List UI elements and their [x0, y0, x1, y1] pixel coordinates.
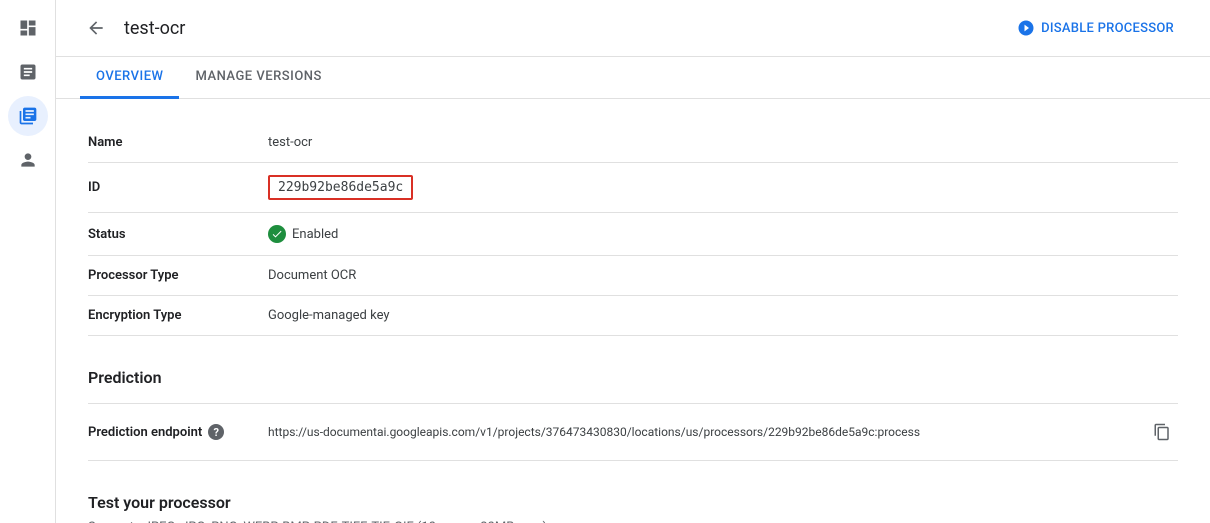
- table-row: Processor Type Document OCR: [88, 256, 1178, 296]
- content-area: Name test-ocr ID 229b92be86de5a9c Status…: [56, 99, 1210, 523]
- tab-manage-versions[interactable]: MANAGE VERSIONS: [179, 57, 337, 99]
- prediction-label-text: Prediction endpoint: [88, 425, 202, 440]
- field-value-processor-type: Document OCR: [268, 256, 1178, 296]
- page-title: test-ocr: [124, 18, 993, 39]
- table-row: Encryption Type Google-managed key: [88, 296, 1178, 336]
- status-label: Enabled: [292, 227, 338, 242]
- copy-button[interactable]: [1146, 416, 1178, 448]
- tab-overview[interactable]: OVERVIEW: [80, 57, 179, 99]
- sidebar-item-documents[interactable]: [8, 96, 48, 136]
- table-row: Name test-ocr: [88, 123, 1178, 163]
- sidebar-item-users[interactable]: [8, 140, 48, 180]
- prediction-endpoint-row: Prediction endpoint ? https://us-documen…: [88, 403, 1178, 461]
- back-button[interactable]: [80, 12, 112, 44]
- field-label-encryption-type: Encryption Type: [88, 296, 268, 336]
- table-row: ID 229b92be86de5a9c: [88, 163, 1178, 213]
- prediction-label: Prediction endpoint ?: [88, 424, 268, 440]
- field-value-status: Enabled: [268, 213, 1178, 256]
- field-value-id: 229b92be86de5a9c: [268, 163, 1178, 213]
- status-enabled: Enabled: [268, 225, 1178, 243]
- field-label-name: Name: [88, 123, 268, 163]
- prediction-section-title: Prediction: [88, 368, 1178, 387]
- disable-processor-button[interactable]: DISABLE PROCESSOR: [1005, 13, 1186, 43]
- table-row: Status Enabled: [88, 213, 1178, 256]
- test-section-title: Test your processor: [88, 493, 1178, 512]
- check-circle-icon: [268, 225, 286, 243]
- field-value-name: test-ocr: [268, 123, 1178, 163]
- main-content: test-ocr DISABLE PROCESSOR OVERVIEW MANA…: [56, 0, 1210, 523]
- help-icon[interactable]: ?: [208, 424, 224, 440]
- prediction-url: https://us-documentai.googleapis.com/v1/…: [268, 425, 1146, 439]
- id-value-box: 229b92be86de5a9c: [268, 175, 413, 200]
- disable-label: DISABLE PROCESSOR: [1041, 21, 1174, 36]
- sidebar: [0, 0, 56, 523]
- info-table: Name test-ocr ID 229b92be86de5a9c Status…: [88, 123, 1178, 336]
- tabs: OVERVIEW MANAGE VERSIONS: [56, 57, 1210, 99]
- field-label-processor-type: Processor Type: [88, 256, 268, 296]
- field-value-encryption-type: Google-managed key: [268, 296, 1178, 336]
- help-icon-text: ?: [213, 426, 218, 439]
- header: test-ocr DISABLE PROCESSOR: [56, 0, 1210, 57]
- sidebar-item-dashboard[interactable]: [8, 8, 48, 48]
- field-label-id: ID: [88, 163, 268, 213]
- sidebar-item-analytics[interactable]: [8, 52, 48, 92]
- field-label-status: Status: [88, 213, 268, 256]
